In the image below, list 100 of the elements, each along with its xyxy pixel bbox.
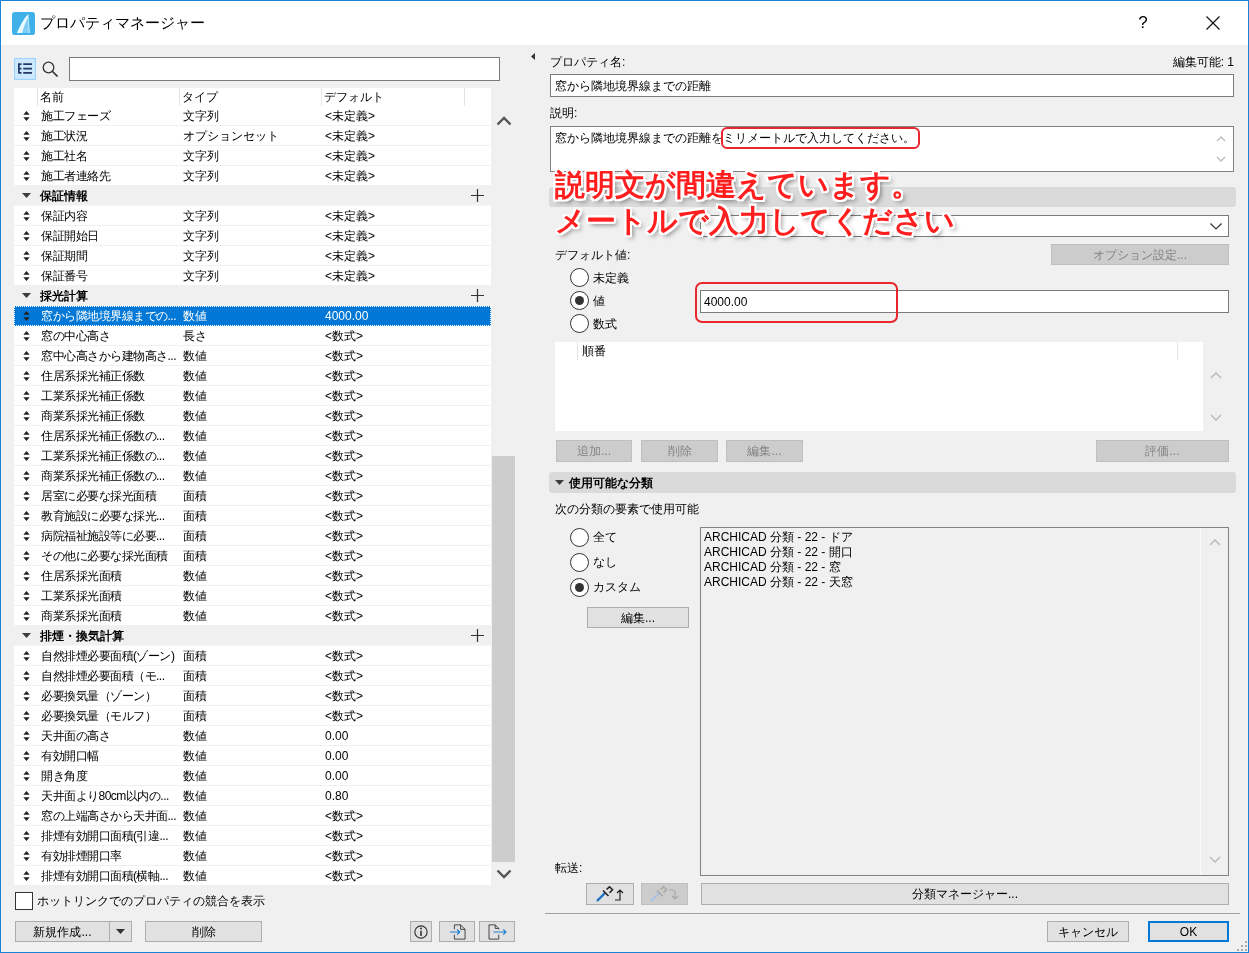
property-row[interactable]: 工業系採光面積 数値 <数式> [14,586,491,606]
radio-button[interactable] [570,527,589,547]
property-row[interactable]: 窓の上端高さから天井面... 数値 <数式> [14,806,491,826]
group-header-row[interactable]: 保証情報 [14,186,491,206]
radio-label[interactable]: 数式 [593,315,617,332]
property-row[interactable]: 必要換気量（ゾーン） 面積 <数式> [14,686,491,706]
delete-button[interactable]: 削除 [145,921,262,942]
property-row[interactable]: 施工社名 文字列 <未定義> [14,146,491,166]
radio-button[interactable] [570,291,589,310]
resize-grip-icon[interactable] [1237,941,1247,951]
property-row[interactable]: 有効排煙開口率 数値 <数式> [14,846,491,866]
property-row[interactable]: 窓から隣地境界線までの... 数値 4000.00 [14,306,491,326]
drag-updown-icon[interactable] [22,210,30,221]
drag-updown-icon[interactable] [22,510,30,521]
property-row[interactable]: 商業系採光面積 数値 <数式> [14,606,491,626]
drag-updown-icon[interactable] [22,590,30,601]
list-item[interactable]: ARCHICAD 分類 - 22 - 天窓 [704,575,1200,590]
radio-button[interactable] [570,314,589,333]
drag-updown-icon[interactable] [22,830,30,841]
property-row[interactable]: 住居系採光面積 数値 <数式> [14,566,491,586]
drag-updown-icon[interactable] [22,470,30,481]
scrollbar-thumb[interactable] [492,456,515,862]
drag-updown-icon[interactable] [22,730,30,741]
property-row[interactable]: 教育施設に必要な採光... 面積 <数式> [14,506,491,526]
property-row[interactable]: 病院福祉施設等に必要... 面積 <数式> [14,526,491,546]
list-item[interactable]: ARCHICAD 分類 - 22 - 開口 [704,545,1200,560]
classification-manager-button[interactable]: 分類マネージャー... [701,883,1229,905]
drag-updown-icon[interactable] [22,550,30,561]
checkbox[interactable] [15,892,33,910]
group-header-row[interactable]: 排煙・換気計算 [14,626,491,646]
radio-label[interactable]: カスタム [593,579,641,595]
value-field[interactable]: 4000.00 [700,290,1229,313]
drag-updown-icon[interactable] [22,170,30,181]
drag-updown-icon[interactable] [22,270,30,281]
drag-updown-icon[interactable] [22,490,30,501]
checkbox-label[interactable]: ホットリンクでのプロパティの競合を表示 [37,893,265,909]
property-row[interactable]: 排煙有効開口面積(横軸... 数値 <数式> [14,866,491,886]
drag-updown-icon[interactable] [22,810,30,821]
property-row[interactable]: 天井面より80cm以内の... 数値 0.80 [14,786,491,806]
drag-updown-icon[interactable] [22,750,30,761]
property-row[interactable]: 自然排煙必要面積（モ... 面積 <数式> [14,666,491,686]
property-row[interactable]: 施工フェーズ 文字列 <未定義> [14,106,491,126]
edit-button[interactable]: 編集... [587,607,689,628]
property-row[interactable]: 住居系採光補正係数 数値 <数式> [14,366,491,386]
property-row[interactable]: 自然排煙必要面積(ゾーン) 面積 <数式> [14,646,491,666]
drag-updown-icon[interactable] [22,430,30,441]
ok-button[interactable]: OK [1148,921,1229,942]
radio-label[interactable]: なし [593,554,617,570]
expand-triangle-icon[interactable] [555,480,564,485]
classification-list[interactable]: ARCHICAD 分類 - 22 - ドア ARCHICAD 分類 - 22 - 開口 ARCHICAD 分類 - 22 - 窓 ARCHICAD 分類 - 22 - 天窓 [700,527,1229,876]
radio-label[interactable]: 全て [593,529,617,545]
drag-updown-icon[interactable] [22,690,30,701]
drag-updown-icon[interactable] [22,710,30,721]
expand-triangle-icon[interactable] [21,633,31,638]
drag-updown-icon[interactable] [22,870,30,881]
property-row[interactable]: 有効開口幅 数値 0.00 [14,746,491,766]
property-row[interactable]: 工業系採光補正係数の... 数値 <数式> [14,446,491,466]
drag-updown-icon[interactable] [22,770,30,781]
dropdown-button[interactable] [110,921,132,942]
plus-icon[interactable] [471,629,484,642]
drag-updown-icon[interactable] [22,790,30,801]
drag-updown-icon[interactable] [22,230,30,241]
list-item[interactable]: ARCHICAD 分類 - 22 - 窓 [704,560,1200,575]
import-button[interactable] [439,921,475,942]
scroll-down-icon[interactable] [495,869,512,879]
property-row[interactable]: 保証番号 文字列 <未定義> [14,266,491,286]
property-row[interactable]: 必要換気量（モルフ） 面積 <数式> [14,706,491,726]
radio-label[interactable]: 値 [593,292,605,309]
property-row[interactable]: 保証期間 文字列 <未定義> [14,246,491,266]
drag-updown-icon[interactable] [22,410,30,421]
property-row[interactable]: その他に必要な採光面積 面積 <数式> [14,546,491,566]
drag-updown-icon[interactable] [22,110,30,121]
drag-updown-icon[interactable] [22,130,30,141]
cancel-button[interactable]: キャンセル [1047,921,1129,942]
property-row[interactable]: 天井面の高さ 数値 0.00 [14,726,491,746]
drag-updown-icon[interactable] [22,570,30,581]
group-header-row[interactable]: 採光計算 [14,286,491,306]
drag-updown-icon[interactable] [22,330,30,341]
property-row[interactable]: 窓の中心高さ 長さ <数式> [14,326,491,346]
info-button[interactable] [410,921,432,942]
property-row[interactable]: 居室に必要な採光面積 面積 <数式> [14,486,491,506]
expand-triangle-icon[interactable] [21,193,31,198]
property-row[interactable]: 保証開始日 文字列 <未定義> [14,226,491,246]
drag-updown-icon[interactable] [22,150,30,161]
plus-icon[interactable] [471,189,484,202]
help-button[interactable]: ? [1120,1,1166,45]
scroll-up-icon[interactable] [495,116,512,126]
drag-updown-icon[interactable] [22,610,30,621]
property-row[interactable]: 開き角度 数値 0.00 [14,766,491,786]
tree-view-button[interactable] [14,58,36,80]
radio-button[interactable] [570,552,589,572]
radio-button[interactable] [570,268,589,287]
property-row[interactable]: 施工状況 オプションセット <未定義> [14,126,491,146]
drag-updown-icon[interactable] [22,670,30,681]
drag-updown-icon[interactable] [22,530,30,541]
property-row[interactable]: 住居系採光補正係数の... 数値 <数式> [14,426,491,446]
property-row[interactable]: 商業系採光補正係数 数値 <数式> [14,406,491,426]
export-button[interactable] [479,921,515,942]
drag-updown-icon[interactable] [22,650,30,661]
property-row[interactable]: 工業系採光補正係数 数値 <数式> [14,386,491,406]
